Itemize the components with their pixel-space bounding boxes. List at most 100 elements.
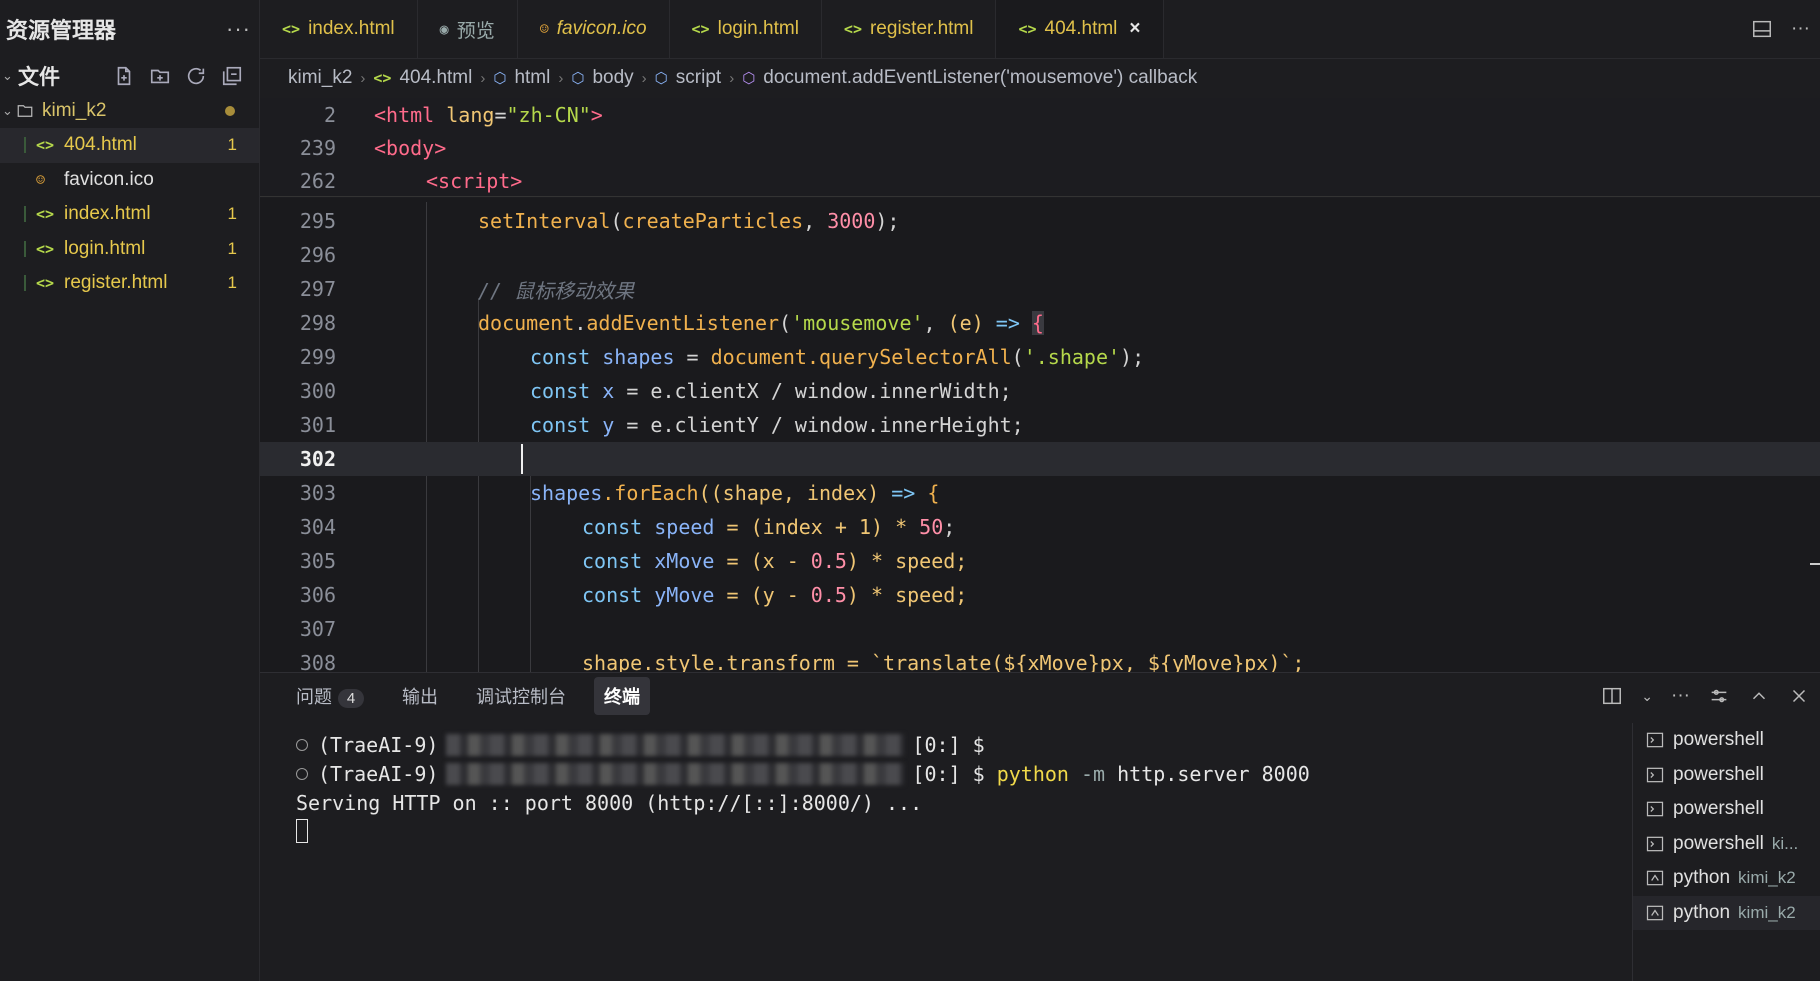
code-text: document.addEventListener('mousemove', (… [478, 311, 1044, 335]
more-actions-icon[interactable]: ··· [226, 16, 251, 42]
code-token: ; [943, 515, 956, 539]
html-file-icon: <> [843, 20, 862, 38]
code-token: ) * speed; [846, 549, 968, 573]
current-code-line: 302 [260, 442, 1820, 476]
collapse-all-icon[interactable] [221, 65, 243, 87]
breadcrumb-body[interactable]: body [592, 67, 633, 89]
code-text: shape.style.transform = `translate(${xMo… [582, 651, 1305, 672]
code-text: <script> [426, 169, 523, 193]
tab-debug-console[interactable]: 调试控制台 [466, 677, 576, 715]
code-editor[interactable]: 2 <html lang="zh-CN"> 239 <body> 262 <sc… [260, 98, 1820, 672]
terminal-folder: kimi_k2 [1738, 868, 1796, 888]
terminal-command: python [996, 762, 1069, 786]
code-line: 304 const speed = (index + 1) * 50; [260, 510, 1820, 544]
line-number: 295 [299, 209, 336, 233]
breadcrumb-html[interactable]: html [514, 67, 550, 89]
close-icon[interactable] [1788, 685, 1810, 707]
code-line: 297 // 鼠标移动效果 [260, 272, 1820, 306]
code-line: 298 document.addEventListener('mousemove… [260, 306, 1820, 340]
line-number: 262 [299, 169, 336, 193]
folder-kimi-k2[interactable]: ⌄ kimi_k2 [0, 94, 259, 128]
code-token: xMove [642, 549, 715, 573]
more-actions-icon[interactable]: ··· [1791, 18, 1810, 40]
code-token: ( [779, 311, 792, 335]
tab-label: 预览 [456, 20, 495, 42]
split-terminal-icon[interactable] [1601, 685, 1623, 707]
tab-label: 问题 [296, 687, 332, 707]
code-token: const [582, 515, 643, 539]
problem-badge: 1 [227, 204, 237, 224]
text-cursor [521, 444, 523, 474]
terminal-item[interactable]: powershell [1633, 758, 1820, 793]
terminal-prompt: (TraeAI-9) [318, 733, 439, 757]
tab-404-html[interactable]: <> 404.html × [996, 0, 1164, 58]
code-token: = e.clientX / window.innerWidth; [614, 379, 1012, 403]
tab-preview[interactable]: ◉ 预览 [418, 0, 518, 58]
chevron-up-icon[interactable] [1748, 685, 1770, 707]
terminal-item[interactable]: powershell ki... [1633, 827, 1820, 862]
terminal-flag: -m [1068, 762, 1106, 786]
image-file-icon: ☺ [36, 170, 46, 189]
html-file-icon: <> [373, 69, 392, 87]
terminal-item[interactable]: powershell [1633, 723, 1820, 758]
settings-sliders-icon[interactable] [1708, 685, 1730, 707]
line-number: 239 [299, 136, 336, 160]
folder-name: kimi_k2 [42, 100, 107, 121]
breadcrumb-file[interactable]: 404.html [399, 67, 472, 89]
code-comment: // 鼠标移动效果 [478, 278, 635, 303]
terminal-item[interactable]: python kimi_k2 [1633, 861, 1820, 896]
file-item-404[interactable]: <> 404.html 1 [0, 128, 259, 163]
tab-index-html[interactable]: <> index.html [260, 0, 418, 58]
code-token: = e.clientY / window.innerHeight; [614, 413, 1024, 437]
code-line: 299 const shapes = document.querySelecto… [260, 340, 1820, 374]
tab-login-html[interactable]: <> login.html [670, 0, 822, 58]
new-folder-icon[interactable] [149, 65, 171, 87]
modified-dot [225, 106, 235, 116]
file-name: register.html [64, 272, 168, 294]
tab-output[interactable]: 输出 [392, 677, 448, 715]
code-token: = (x - [714, 549, 811, 573]
code-text: const y = e.clientY / window.innerHeight… [530, 413, 1024, 437]
toggle-panel-icon[interactable] [1751, 18, 1773, 40]
chevron-down-icon[interactable]: ⌄ [1641, 688, 1653, 705]
code-text: const x = e.clientX / window.innerWidth; [530, 379, 1012, 403]
code-token: , [923, 311, 948, 335]
breadcrumb-root[interactable]: kimi_k2 [288, 67, 352, 89]
close-icon[interactable]: × [1129, 18, 1140, 40]
code-token: ); [875, 209, 900, 233]
code-text: shapes.forEach((shape, index) => { [530, 481, 939, 505]
git-mark [24, 240, 26, 257]
breadcrumb-script[interactable]: script [676, 67, 721, 89]
tab-problems[interactable]: 问题 4 [286, 677, 374, 715]
new-file-icon[interactable] [113, 65, 135, 87]
line-number: 299 [299, 345, 336, 369]
terminal-item-active[interactable]: python kimi_k2 [1633, 895, 1820, 930]
code-token: = (index + 1) * [714, 515, 920, 539]
python-terminal-icon [1646, 905, 1664, 921]
code-line: 239 <body> [260, 131, 1820, 165]
problem-badge: 1 [227, 273, 237, 293]
tab-label: 404.html [1044, 18, 1118, 39]
terminal-icon [1646, 836, 1664, 852]
code-token: => [879, 481, 928, 505]
tab-register-html[interactable]: <> register.html [822, 0, 997, 58]
file-item-favicon[interactable]: ☺ favicon.ico [0, 163, 259, 198]
files-section-header[interactable]: ⌄ 文件 [0, 58, 259, 94]
tab-favicon[interactable]: ☺ favicon.ico [518, 0, 670, 58]
chevron-down-icon: ⌄ [2, 68, 13, 83]
more-actions-icon[interactable]: ··· [1671, 685, 1690, 707]
file-item-login[interactable]: <> login.html 1 [0, 232, 259, 267]
file-item-index[interactable]: <> index.html 1 [0, 197, 259, 232]
refresh-icon[interactable] [185, 65, 207, 87]
problem-badge: 1 [227, 135, 237, 155]
breadcrumb-callback[interactable]: document.addEventListener('mousemove') c… [763, 67, 1197, 89]
terminal-item[interactable]: powershell [1633, 792, 1820, 827]
tab-terminal[interactable]: 终端 [594, 677, 650, 715]
code-line: 303 shapes.forEach((shape, index) => { [260, 476, 1820, 510]
file-item-register[interactable]: <> register.html 1 [0, 266, 259, 301]
terminal-icon [1646, 801, 1664, 817]
terminal-output[interactable]: (TraeAI-9) [0:] $ (TraeAI-9) [0:] $ pyth… [260, 723, 1636, 981]
terminal-line: Serving HTTP on :: port 8000 (http://[::… [296, 789, 922, 817]
code-text: const yMove = (y - 0.5) * speed; [582, 583, 967, 607]
code-token: ((shape, index) [698, 481, 880, 505]
